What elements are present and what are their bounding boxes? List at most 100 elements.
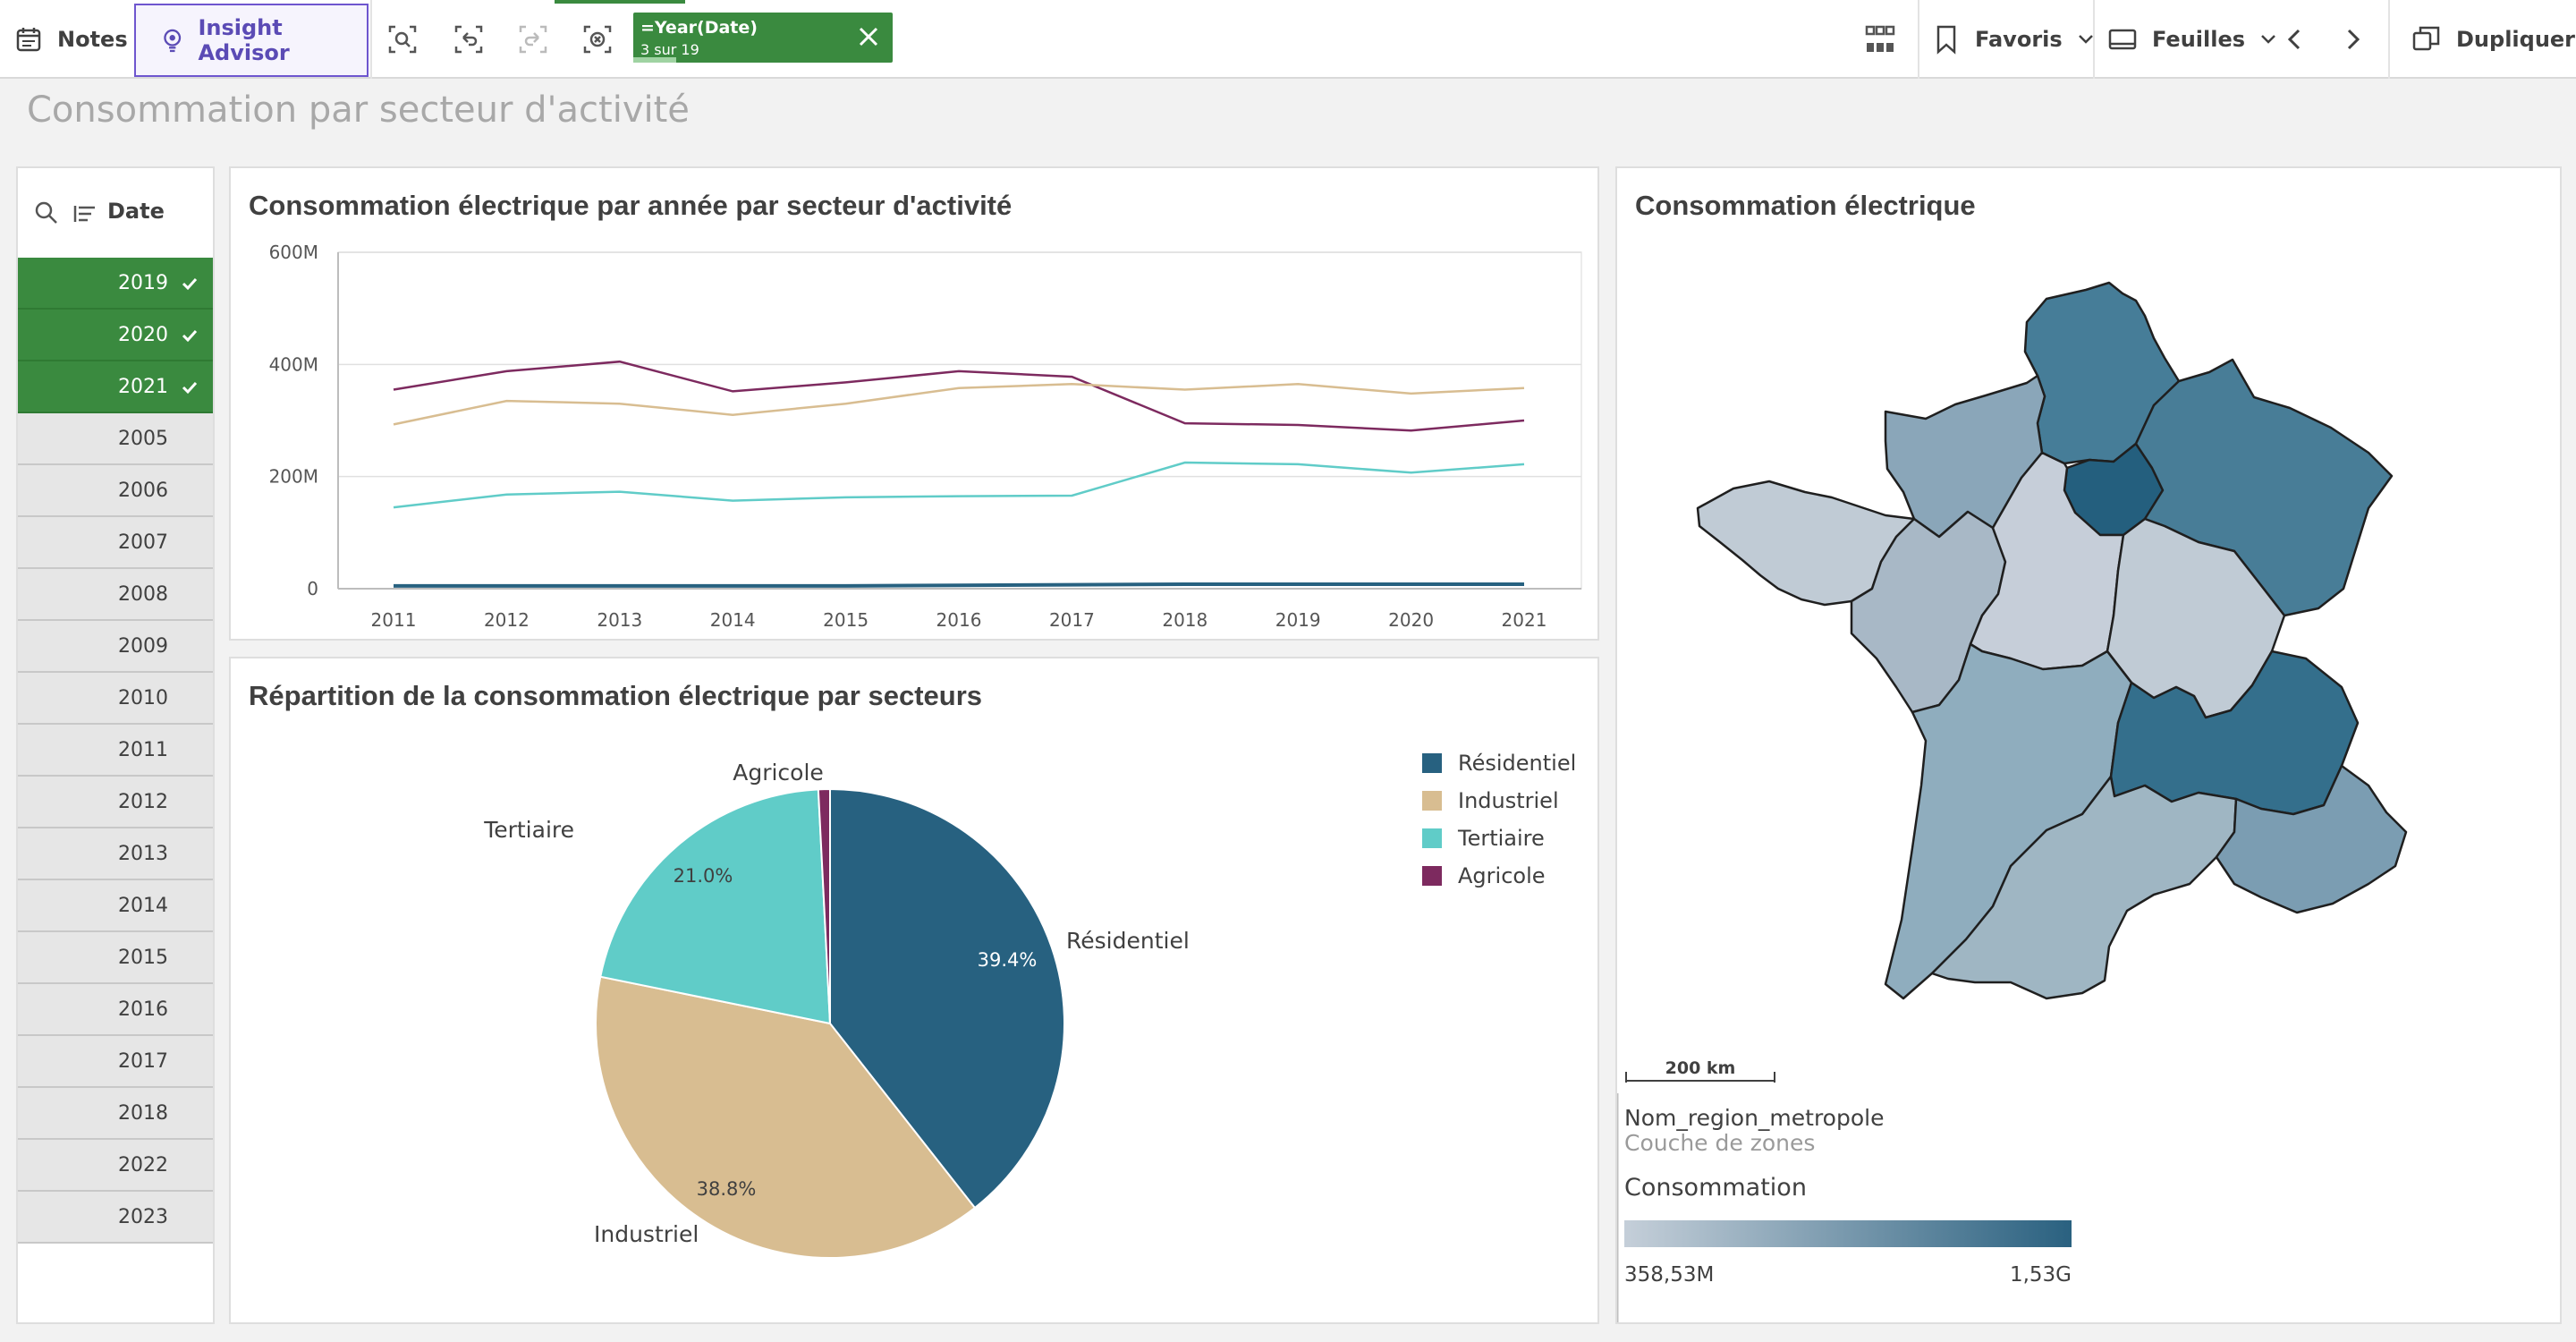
filter-item-label: 2009 xyxy=(118,635,168,658)
legend-swatch xyxy=(1422,828,1442,848)
filter-item-label: 2017 xyxy=(118,1050,168,1073)
filter-item-label: 2021 xyxy=(118,376,168,398)
filter-item-2006[interactable]: 2006 xyxy=(18,465,213,517)
grid-view-icon[interactable] xyxy=(1864,23,1896,55)
filter-item-2018[interactable]: 2018 xyxy=(18,1088,213,1140)
insight-advisor-label: Insight Advisor xyxy=(198,15,290,65)
filter-item-2008[interactable]: 2008 xyxy=(18,569,213,621)
toolbar: Notes Insight Advisor =Year(Date) 3 sur … xyxy=(0,0,2576,79)
filter-item-label: 2013 xyxy=(118,843,168,865)
filter-item-label: 2015 xyxy=(118,947,168,969)
legend-label[interactable]: Résidentiel xyxy=(1458,751,1576,776)
filter-item-2009[interactable]: 2009 xyxy=(18,621,213,673)
pie-chart[interactable]: Résidentiel 39.4% Industriel 38.8% Tertiaire… xyxy=(231,658,1597,1322)
feuilles-label: Feuilles xyxy=(2152,27,2246,52)
check-icon xyxy=(182,329,198,343)
selection-count: 3 sur 19 xyxy=(640,41,699,58)
close-icon[interactable] xyxy=(857,25,880,48)
x-tick-label: 2020 xyxy=(1388,609,1434,631)
tab-accent-bar xyxy=(555,0,685,4)
france-region-map[interactable]: 200 km Nom_region_metropole Couche de zo… xyxy=(1617,168,2560,1322)
filter-list-icon xyxy=(73,206,95,222)
map-legend-title: Consommation xyxy=(1624,1174,1807,1202)
filter-item-2010[interactable]: 2010 xyxy=(18,673,213,725)
filter-value-list: 2019 2020 2021 2005 2006 2007 2008 2009 2010 2011… xyxy=(18,258,213,1244)
filter-item-label: 2023 xyxy=(118,1206,168,1228)
map-legend-max: 1,53G xyxy=(2010,1263,2072,1287)
insight-advisor-button[interactable]: Insight Advisor xyxy=(134,4,369,77)
clear-selections-icon[interactable] xyxy=(581,23,614,55)
filter-item-2007[interactable]: 2007 xyxy=(18,517,213,569)
x-tick-label: 2014 xyxy=(710,609,756,631)
y-tick-label: 600M xyxy=(269,242,318,263)
map-panel: Consommation électrique 200 km Nom_regio… xyxy=(1615,166,2562,1324)
line-chart[interactable]: 0 200M 400M 600M 2011 2012 2013 2014 2015 2016 201… xyxy=(231,168,1597,639)
filter-item-label: 2016 xyxy=(118,998,168,1021)
toolbar-divider xyxy=(2093,0,2095,79)
pie-label: Industriel xyxy=(594,1221,699,1247)
filter-item-2016[interactable]: 2016 xyxy=(18,984,213,1036)
x-tick-label: 2016 xyxy=(936,609,982,631)
check-icon xyxy=(182,277,198,291)
filter-item-2020[interactable]: 2020 xyxy=(18,310,213,361)
x-tick-label: 2012 xyxy=(484,609,530,631)
sheet-title: Consommation par secteur d'activité xyxy=(27,89,690,131)
legend-swatch xyxy=(1422,791,1442,811)
filter-item-2012[interactable]: 2012 xyxy=(18,777,213,828)
chevron-down-icon xyxy=(2261,35,2275,44)
filter-item-label: 2014 xyxy=(118,895,168,917)
filter-item-label: 2019 xyxy=(118,272,168,294)
previous-sheet-icon[interactable] xyxy=(2279,23,2311,55)
notes-icon xyxy=(16,28,41,52)
map-scale-label: 200 km xyxy=(1665,1058,1736,1078)
filter-item-2021[interactable]: 2021 xyxy=(18,361,213,413)
x-tick-label: 2019 xyxy=(1275,609,1321,631)
filter-item-2014[interactable]: 2014 xyxy=(18,880,213,932)
filter-item-label: 2011 xyxy=(118,739,168,761)
feuilles-button[interactable]: Feuilles xyxy=(2107,0,2279,79)
legend-label[interactable]: Industriel xyxy=(1458,788,1559,813)
x-tick-label: 2017 xyxy=(1049,609,1095,631)
map-legend-min: 358,53M xyxy=(1624,1263,1714,1287)
duplicate-icon xyxy=(2412,26,2440,51)
next-sheet-icon[interactable] xyxy=(2336,23,2368,55)
smart-search-icon[interactable] xyxy=(386,23,419,55)
notes-button[interactable]: Notes xyxy=(14,0,128,79)
pie-label: Résidentiel xyxy=(1066,928,1190,954)
filter-item-2022[interactable]: 2022 xyxy=(18,1140,213,1192)
y-tick-label: 200M xyxy=(269,466,318,488)
pie-percent-label: 21.0% xyxy=(674,865,733,887)
line-chart-panel: Consommation électrique par année par se… xyxy=(229,166,1599,641)
legend-label[interactable]: Tertiaire xyxy=(1457,826,1545,851)
pie-chart-panel: Répartition de la consommation électriqu… xyxy=(229,657,1599,1324)
filter-item-label: 2006 xyxy=(118,480,168,502)
filter-item-2015[interactable]: 2015 xyxy=(18,932,213,984)
filter-item-label: 2020 xyxy=(118,324,168,346)
filter-header[interactable]: Date xyxy=(18,168,213,256)
dupliquer-button[interactable]: Dupliquer xyxy=(2411,0,2575,79)
filter-item-2013[interactable]: 2013 xyxy=(18,828,213,880)
filter-item-2019[interactable]: 2019 xyxy=(18,258,213,310)
selection-chip-year[interactable]: =Year(Date) 3 sur 19 xyxy=(633,13,893,63)
x-tick-label: 2013 xyxy=(597,609,642,631)
filter-item-2023[interactable]: 2023 xyxy=(18,1192,213,1244)
filter-item-2017[interactable]: 2017 xyxy=(18,1036,213,1088)
date-filter-pane: Date 2019 2020 2021 2005 2006 2007 2008 2009 201… xyxy=(16,166,215,1324)
step-back-icon[interactable] xyxy=(453,23,485,55)
y-tick-label: 400M xyxy=(269,353,318,375)
favoris-label: Favoris xyxy=(1975,27,2063,52)
filter-item-2005[interactable]: 2005 xyxy=(18,413,213,465)
pie-label: Agricole xyxy=(733,760,824,786)
filter-item-label: 2012 xyxy=(118,791,168,813)
filter-item-label: 2018 xyxy=(118,1102,168,1125)
filter-item-label: 2022 xyxy=(118,1154,168,1176)
step-forward-icon[interactable] xyxy=(517,23,549,55)
sheets-icon xyxy=(2108,29,2137,50)
filter-item-2011[interactable]: 2011 xyxy=(18,725,213,777)
notes-label: Notes xyxy=(57,27,128,52)
x-tick-label: 2021 xyxy=(1502,609,1547,631)
search-icon[interactable] xyxy=(34,200,59,225)
series-line-3[interactable] xyxy=(394,582,1524,588)
favoris-button[interactable]: Favoris xyxy=(1934,0,2097,79)
legend-label[interactable]: Agricole xyxy=(1458,863,1546,888)
